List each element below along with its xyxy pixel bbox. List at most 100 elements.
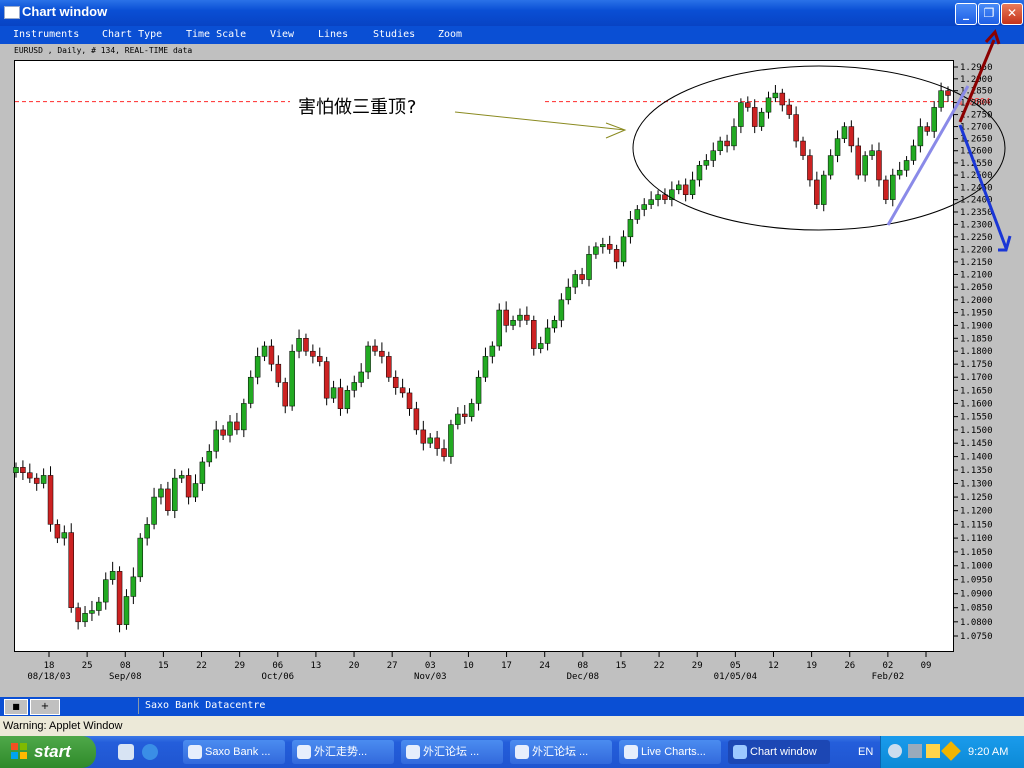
- show-desktop-icon[interactable]: [118, 744, 134, 760]
- network-icon[interactable]: [908, 744, 922, 758]
- taskbar-item-label: Saxo Bank ...: [205, 746, 271, 758]
- price-chart[interactable]: 1.2804 1.29501.29001.28501.28001.27501.2…: [0, 0, 1024, 697]
- y-tick-label: 1.2950: [960, 63, 993, 73]
- taskbar-item[interactable]: Saxo Bank ...: [183, 740, 285, 764]
- candle-body: [344, 390, 351, 409]
- y-tick-label: 1.2200: [960, 245, 993, 255]
- y-tick-label: 1.0800: [960, 618, 993, 628]
- candle-body: [261, 345, 268, 357]
- candle-body: [420, 429, 427, 444]
- candle-body: [627, 219, 634, 238]
- y-tick-label: 1.1450: [960, 439, 993, 449]
- candle-body: [130, 576, 137, 597]
- x-tick-day: 10: [463, 661, 474, 671]
- y-tick-label: 1.2150: [960, 258, 993, 268]
- annotation-text: 害怕做三重顶?: [298, 97, 417, 118]
- candle-body: [551, 320, 558, 329]
- candle-body: [765, 97, 772, 113]
- candle-body: [703, 160, 710, 166]
- candle-body: [275, 363, 282, 383]
- candle-body: [751, 107, 758, 127]
- candle-body: [565, 286, 572, 301]
- candle-body: [102, 579, 109, 603]
- taskbar-item[interactable]: 外汇论坛 ...: [510, 740, 612, 764]
- candle-body: [406, 392, 413, 409]
- candle-body: [938, 90, 944, 108]
- candle-body: [827, 155, 834, 176]
- x-tick-month: Nov/03: [414, 672, 447, 682]
- candle-body: [537, 343, 544, 349]
- y-tick-label: 1.1900: [960, 321, 993, 331]
- taskbar-item-label: Chart window: [750, 746, 817, 758]
- taskbar-item-label: 外汇论坛 ...: [532, 746, 589, 758]
- candle-body: [61, 532, 68, 539]
- x-tick-month: Sep/08: [109, 672, 142, 682]
- candle-body: [876, 150, 882, 181]
- candle-body: [848, 126, 855, 147]
- language-indicator[interactable]: EN: [858, 746, 873, 758]
- y-tick-label: 1.1100: [960, 534, 993, 544]
- taskbar-item[interactable]: Live Charts...: [619, 740, 721, 764]
- candle-body: [241, 403, 247, 431]
- candle-body: [192, 483, 199, 498]
- y-tick-label: 1.2250: [960, 233, 993, 243]
- candle-body: [123, 596, 130, 625]
- candle-body: [365, 345, 371, 373]
- x-tick-day: 27: [387, 661, 398, 671]
- x-tick-month: 01/05/04: [714, 672, 757, 682]
- candle-body: [834, 138, 841, 156]
- candlestick-series: [13, 82, 951, 633]
- taskbar-item-label: 外汇论坛 ...: [423, 746, 480, 758]
- y-tick-label: 1.1700: [960, 373, 993, 383]
- y-tick-label: 1.1550: [960, 413, 993, 423]
- y-axis: 1.29501.29001.28501.28001.27501.27001.26…: [953, 63, 993, 642]
- x-axis: 1808/18/0325 08Sep/0815 22 29 06Oct/0613 20 27…: [27, 652, 931, 682]
- windows-logo-icon: [11, 743, 27, 759]
- candle-body: [392, 376, 399, 388]
- taskbar-item[interactable]: 外汇论坛 ...: [401, 740, 503, 764]
- y-tick-label: 1.1350: [960, 466, 993, 476]
- candle-body: [116, 571, 123, 625]
- y-tick-label: 1.2300: [960, 220, 993, 230]
- stop-icon[interactable]: ■: [4, 699, 28, 715]
- x-tick-day: 25: [82, 661, 93, 671]
- candle-body: [54, 524, 61, 539]
- app-icon: [733, 745, 747, 759]
- app-icon: [406, 745, 420, 759]
- x-tick-day: 12: [768, 661, 779, 671]
- candle-body: [717, 140, 723, 151]
- candle-body: [710, 150, 717, 161]
- candle-body: [109, 571, 116, 580]
- candle-body: [158, 488, 164, 498]
- x-tick-day: 17: [501, 661, 512, 671]
- x-tick-day: 24: [539, 661, 550, 671]
- candle-body: [413, 408, 420, 431]
- tray-expand-icon[interactable]: [888, 744, 902, 758]
- candle-body: [606, 244, 613, 250]
- taskbar-item[interactable]: 外汇走势...: [292, 740, 394, 764]
- candle-body: [489, 345, 496, 357]
- volume-icon[interactable]: [926, 744, 940, 758]
- candle-body: [68, 532, 74, 608]
- app-icon: [624, 745, 638, 759]
- x-tick-month: 08/18/03: [27, 672, 70, 682]
- taskbar-item-label: 外汇走势...: [314, 746, 368, 758]
- candle-body: [247, 376, 254, 404]
- y-tick-label: 1.0750: [960, 632, 993, 642]
- candle-body: [434, 437, 440, 449]
- candle-body: [330, 387, 337, 399]
- candle-body: [323, 361, 330, 399]
- candle-body: [503, 309, 509, 326]
- candle-body: [379, 350, 385, 357]
- y-tick-label: 1.1300: [960, 480, 993, 490]
- candle-body: [745, 102, 751, 108]
- y-tick-label: 1.1400: [960, 453, 993, 463]
- ie-quicklaunch-icon[interactable]: [142, 744, 158, 760]
- crosshair-icon[interactable]: +: [30, 699, 60, 715]
- candle-body: [510, 320, 516, 326]
- x-tick-day: 06: [272, 661, 283, 671]
- candle-body: [372, 345, 378, 352]
- x-tick-day: 03: [425, 661, 436, 671]
- candle-body: [586, 254, 592, 280]
- taskbar-item[interactable]: Chart window: [728, 740, 830, 764]
